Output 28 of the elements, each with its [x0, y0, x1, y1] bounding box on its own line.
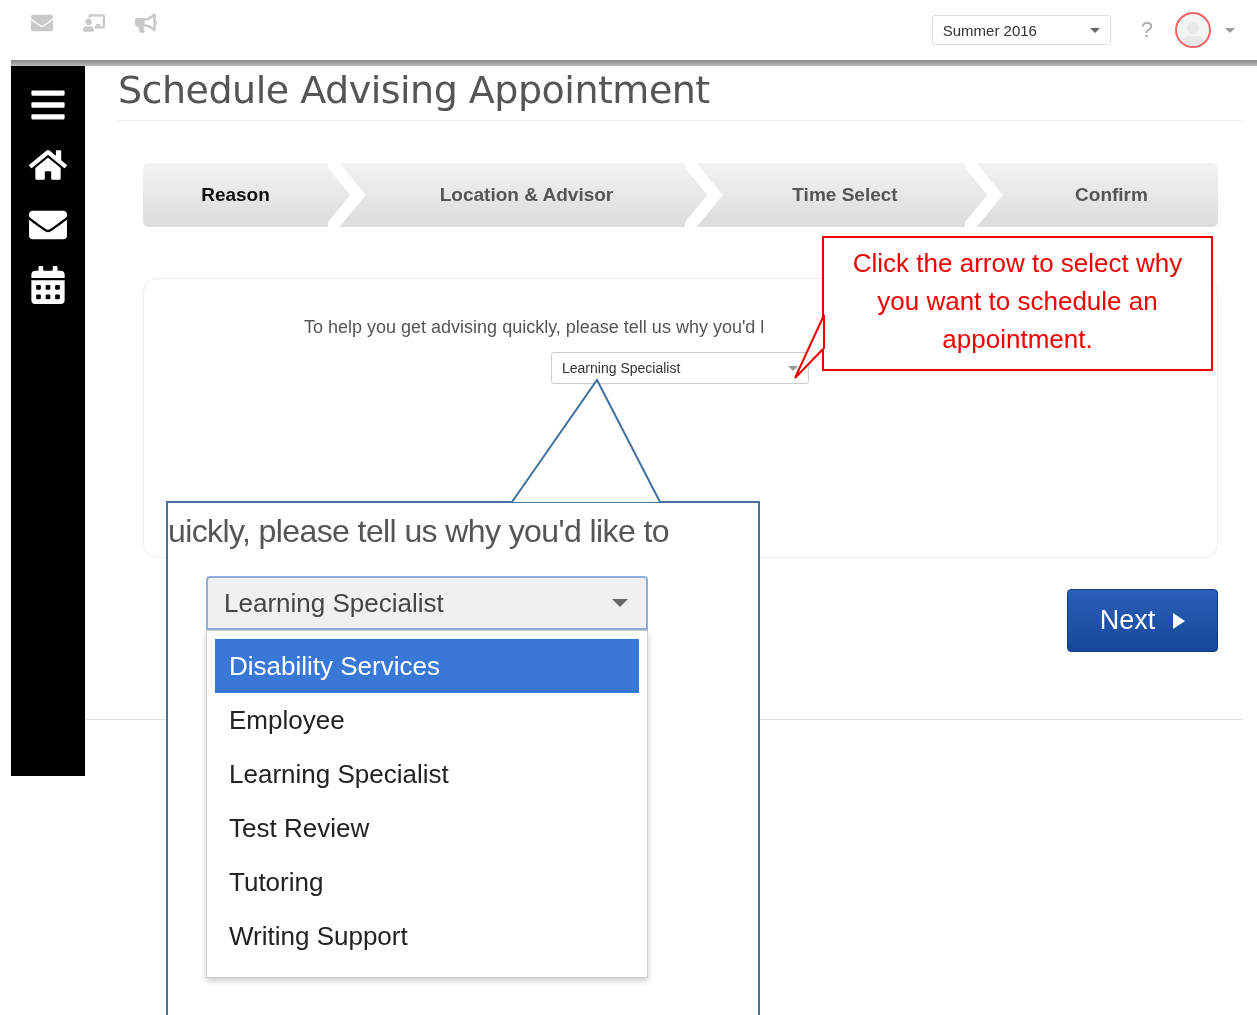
dropdown-option[interactable]: Test Review	[215, 801, 639, 855]
prompt-text: To help you get advising quickly, please tell us why you'd l	[304, 317, 765, 338]
step-tab[interactable]: Reason	[143, 163, 328, 227]
step-separator	[965, 163, 1005, 227]
dropdown-option[interactable]: Writing Support	[215, 909, 639, 963]
page-title: Schedule Advising Appointment	[118, 68, 1243, 121]
prompt-text: uickly, please tell us why you'd like to	[168, 513, 669, 550]
avatar[interactable]	[1175, 12, 1211, 48]
teacher-icon[interactable]	[83, 12, 105, 34]
dropdown-option[interactable]: Learning Specialist	[215, 747, 639, 801]
step-tab[interactable]: Time Select	[725, 163, 965, 227]
term-select[interactable]: Summer 2016	[931, 15, 1111, 45]
dropdown-option[interactable]: Disability Services	[215, 639, 639, 693]
dropdown-option[interactable]: Employee	[215, 693, 639, 747]
reason-select[interactable]: Learning Specialist	[206, 576, 648, 630]
megaphone-icon[interactable]	[135, 12, 157, 34]
step-tab[interactable]: Location & Advisor	[368, 163, 685, 227]
step-separator	[685, 163, 725, 227]
calendar-icon[interactable]	[29, 266, 67, 304]
play-icon	[1173, 612, 1186, 629]
step-separator	[328, 163, 368, 227]
step-tab[interactable]: Confirm	[1005, 163, 1218, 227]
next-button[interactable]: Next	[1067, 589, 1218, 652]
caret-icon[interactable]	[1225, 27, 1235, 33]
dropdown-option[interactable]: Tutoring	[215, 855, 639, 909]
caret-icon	[612, 599, 628, 607]
caret-icon	[1089, 27, 1100, 33]
callout: Click the arrow to select why you want to schedule an appointment.	[822, 236, 1213, 371]
